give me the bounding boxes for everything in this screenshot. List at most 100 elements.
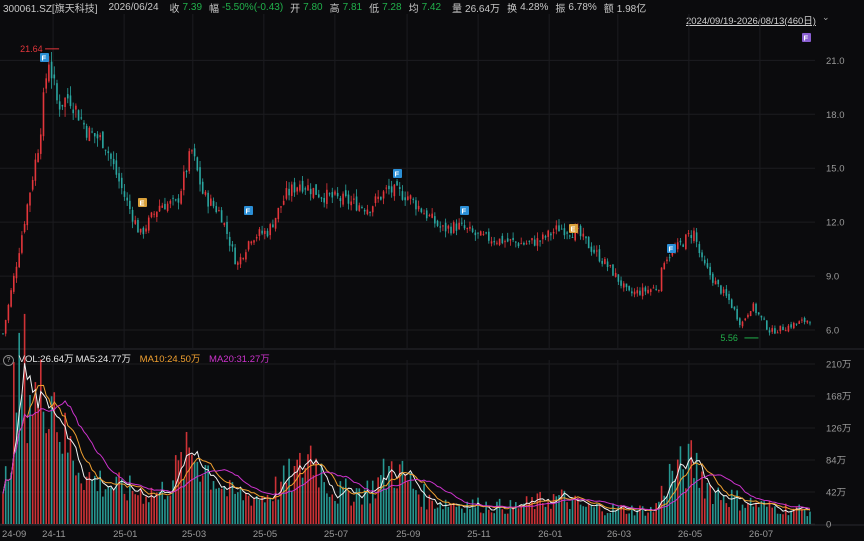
candle-body [568, 235, 571, 237]
candle-body [290, 184, 293, 196]
candle-body [636, 290, 639, 294]
volume-tick-label: 126万 [826, 424, 851, 435]
volume-bar [685, 488, 687, 524]
volume-bar [552, 494, 555, 524]
kline-chart[interactable]: 21.0 18.0 15.0 12.0 9.0 6.0 210万 168万 126万 84万 42万… [0, 0, 864, 541]
candle-body [258, 229, 261, 237]
candle-body [183, 171, 185, 191]
candle-body [622, 283, 625, 288]
candle-body [58, 101, 61, 110]
candle-body [363, 209, 366, 212]
volume-bar [120, 479, 123, 524]
volume-bar [280, 481, 282, 524]
candle-body [436, 220, 439, 226]
volume-bar [776, 513, 779, 524]
volume-bar [782, 514, 784, 524]
candle-body [199, 167, 201, 185]
volume-bar [7, 481, 10, 524]
volume-bar [261, 496, 263, 524]
candle-body [261, 230, 263, 234]
volume-bar [153, 496, 155, 524]
candle-body [366, 209, 369, 215]
candle-body [142, 227, 145, 235]
candle-body [285, 188, 288, 199]
volume-bar [550, 508, 552, 524]
volume-bar [496, 501, 498, 524]
volume-bar [374, 498, 377, 524]
candle-body [328, 193, 331, 195]
help-icon[interactable]: ? [3, 355, 14, 366]
candle-body [269, 224, 272, 236]
volume-bar [123, 493, 126, 524]
volume-bar [282, 465, 285, 524]
volume-bar [247, 495, 250, 524]
volume-bar [625, 513, 628, 524]
candle-body [180, 191, 182, 204]
volume-bar [188, 447, 191, 524]
candle-body [201, 181, 204, 194]
volume-bar [450, 503, 452, 524]
event-marker-label: F [42, 54, 47, 63]
volume-legend: ? VOL:26.64万 MA5:24.77万 MA10:24.50万 MA20:… [3, 351, 272, 366]
candle-body [226, 221, 228, 234]
candle-body [34, 159, 37, 181]
volume-bar [539, 491, 541, 524]
candle-body [75, 105, 77, 110]
volume-bar [442, 509, 444, 524]
candle-body [552, 231, 555, 234]
volume-bar [2, 493, 4, 524]
candle-body [506, 238, 509, 242]
volume-bar [93, 475, 96, 524]
candle-body [415, 200, 417, 210]
volume-bar [515, 502, 517, 524]
volume-bar [80, 483, 83, 524]
candle-body [396, 181, 398, 186]
candle-body [739, 318, 741, 326]
volume-bar [212, 481, 215, 524]
candle-body [463, 225, 466, 229]
candle-body [15, 266, 18, 279]
candle-body [523, 242, 525, 245]
volume-bar [164, 499, 166, 524]
volume-bar [479, 512, 482, 524]
candle-body [601, 260, 603, 264]
volume-bar [628, 513, 630, 524]
candle-body [455, 223, 458, 231]
candle-body [398, 187, 401, 189]
candle-body [37, 153, 39, 163]
volume-bar [158, 491, 161, 524]
volume-bar [50, 396, 53, 524]
volume-bar [45, 433, 47, 524]
candle-body [123, 191, 126, 197]
volume-bar [231, 482, 234, 524]
volume-tick-label: 42万 [826, 488, 846, 499]
volume-bar [96, 491, 99, 524]
volume-bar [347, 490, 350, 524]
volume-bar [196, 461, 199, 524]
volume-bar [687, 443, 690, 524]
candle-body [147, 217, 150, 231]
volume-bar [768, 501, 771, 524]
candle-body [120, 177, 123, 189]
candle-body [450, 226, 452, 234]
volume-bar [366, 480, 369, 524]
candle-body [312, 187, 315, 198]
candle-body [809, 322, 811, 324]
volume-bar [647, 512, 649, 524]
volume-bar [512, 507, 514, 524]
volume-bar [517, 508, 520, 524]
volume-bar [757, 507, 760, 524]
volume-bar [595, 503, 598, 524]
volume-bar [439, 502, 442, 524]
volume-bar [622, 505, 625, 524]
candle-body [466, 228, 469, 230]
candle-body [612, 264, 614, 276]
candle-body [156, 211, 158, 217]
candle-body [536, 238, 539, 246]
volume-bar [228, 480, 231, 524]
volume-bar [458, 503, 460, 524]
volume-bar [577, 497, 579, 524]
candle-body [490, 241, 493, 244]
volume-bar [369, 503, 371, 524]
volume-bar [766, 506, 768, 524]
